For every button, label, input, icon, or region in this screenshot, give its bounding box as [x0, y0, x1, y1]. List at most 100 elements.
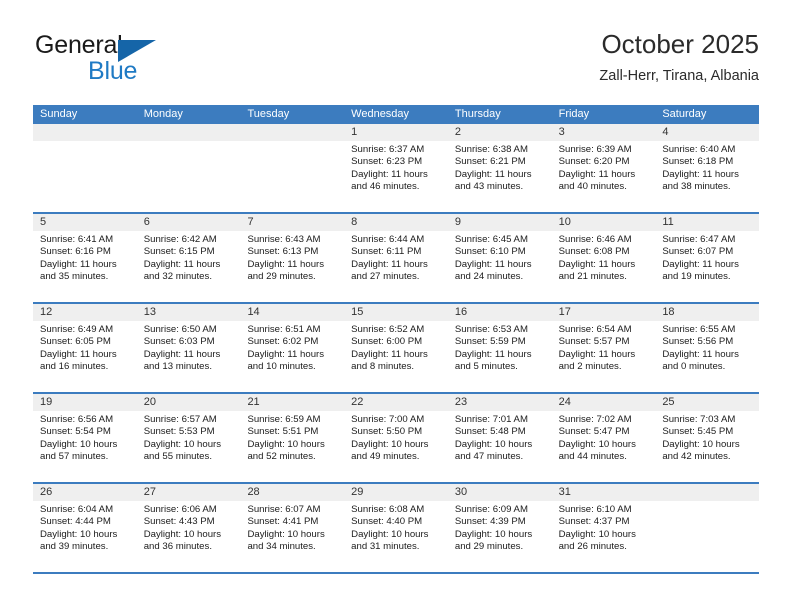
- calendar-day-cell[interactable]: 21 Sunrise: 6:59 AM Sunset: 5:51 PM Dayligh…: [240, 394, 345, 482]
- day-number: [136, 124, 241, 141]
- calendar-day-cell[interactable]: 1 Sunrise: 6:37 AM Sunset: 6:23 PM Daylight…: [344, 124, 448, 212]
- calendar-day-cell[interactable]: 7 Sunrise: 6:43 AM Sunset: 6:13 PM Daylight…: [240, 214, 345, 302]
- day-details: Sunrise: 6:53 AM Sunset: 5:59 PM Daylight:…: [448, 321, 552, 374]
- calendar-day-cell[interactable]: 31 Sunrise: 6:10 AM Sunset: 4:37 PM Dayligh…: [551, 484, 656, 572]
- day-number: 26: [33, 484, 137, 501]
- calendar-week-row: 12 Sunrise: 6:49 AM Sunset: 6:05 PM Dayligh…: [33, 302, 760, 392]
- sunset-text: Sunset: 4:44 PM: [40, 516, 111, 528]
- sunrise-text: Sunrise: 6:44 AM: [351, 234, 425, 245]
- sunset-text: Sunset: 6:07 PM: [662, 246, 734, 258]
- daylight-text: Daylight: 11 hours: [558, 348, 636, 360]
- sunset-text: Sunset: 5:57 PM: [558, 336, 630, 348]
- calendar-day-cell[interactable]: 16 Sunrise: 6:53 AM Sunset: 5:59 PM Dayligh…: [447, 304, 552, 392]
- day-number: 25: [655, 394, 760, 411]
- day-number: 6: [136, 214, 241, 231]
- daylight-text: Daylight: 10 hours: [454, 438, 533, 450]
- calendar-page: General Blue October 2025 Zall-Herr, Tir…: [0, 0, 792, 612]
- day-details: Sunrise: 6:41 AM Sunset: 6:16 PM Daylight:…: [33, 231, 137, 284]
- sunrise-text: Sunrise: 6:53 AM: [454, 324, 528, 335]
- calendar-week-row: 19 Sunrise: 6:56 AM Sunset: 5:54 PM Dayligh…: [33, 392, 760, 482]
- calendar-day-cell[interactable]: 22 Sunrise: 7:00 AM Sunset: 5:50 PM Dayligh…: [344, 394, 448, 482]
- sunrise-text: Sunrise: 6:55 AM: [662, 324, 736, 335]
- daylight-text: Daylight: 11 hours: [662, 348, 739, 360]
- calendar-day-cell[interactable]: 25 Sunrise: 7:03 AM Sunset: 5:45 PM Dayligh…: [655, 394, 760, 482]
- day-details: Sunrise: 6:04 AM Sunset: 4:44 PM Daylight:…: [33, 501, 137, 554]
- day-of-week-header: Sunday: [40, 108, 78, 120]
- brand-logo[interactable]: General Blue: [33, 30, 223, 92]
- day-of-week-header: Tuesday: [247, 108, 290, 120]
- calendar-day-cell[interactable]: 27 Sunrise: 6:06 AM Sunset: 4:43 PM Dayligh…: [136, 484, 241, 572]
- day-number: 4: [655, 124, 760, 141]
- daylight-text: and 35 minutes.: [40, 271, 109, 283]
- calendar-day-cell[interactable]: 19 Sunrise: 6:56 AM Sunset: 5:54 PM Dayligh…: [33, 394, 137, 482]
- calendar-day-cell[interactable]: 14 Sunrise: 6:51 AM Sunset: 6:02 PM Dayligh…: [240, 304, 345, 392]
- day-details: [137, 141, 241, 144]
- sunset-text: Sunset: 4:43 PM: [143, 516, 215, 528]
- calendar-day-cell[interactable]: 8 Sunrise: 6:44 AM Sunset: 6:11 PM Daylight…: [344, 214, 448, 302]
- daylight-text: Daylight: 10 hours: [558, 528, 636, 540]
- daylight-text: Daylight: 11 hours: [662, 168, 739, 180]
- calendar-day-cell[interactable]: 10 Sunrise: 6:46 AM Sunset: 6:08 PM Dayligh…: [551, 214, 656, 302]
- daylight-text: and 0 minutes.: [662, 361, 726, 373]
- day-of-week-header: Monday: [143, 108, 183, 120]
- daylight-text: and 31 minutes.: [351, 541, 420, 553]
- calendar-day-cell[interactable]: 13 Sunrise: 6:50 AM Sunset: 6:03 PM Dayligh…: [136, 304, 241, 392]
- day-details: Sunrise: 6:09 AM Sunset: 4:39 PM Daylight:…: [448, 501, 552, 554]
- sunset-text: Sunset: 6:00 PM: [351, 336, 423, 348]
- day-details: Sunrise: 6:56 AM Sunset: 5:54 PM Daylight:…: [33, 411, 137, 464]
- calendar-day-cell[interactable]: 23 Sunrise: 7:01 AM Sunset: 5:48 PM Dayligh…: [447, 394, 552, 482]
- daylight-text: and 44 minutes.: [558, 451, 627, 463]
- sunrise-text: Sunrise: 6:59 AM: [247, 414, 321, 425]
- sunset-text: Sunset: 5:53 PM: [143, 426, 215, 438]
- day-details: Sunrise: 6:43 AM Sunset: 6:13 PM Daylight:…: [240, 231, 344, 284]
- day-number: [655, 484, 760, 501]
- calendar-day-cell[interactable]: 18 Sunrise: 6:55 AM Sunset: 5:56 PM Dayligh…: [655, 304, 760, 392]
- day-details: Sunrise: 6:54 AM Sunset: 5:57 PM Daylight:…: [552, 321, 656, 374]
- calendar-day-cell[interactable]: 3 Sunrise: 6:39 AM Sunset: 6:20 PM Daylight…: [551, 124, 656, 212]
- day-number: 1: [344, 124, 448, 141]
- calendar-day-cell[interactable]: 2 Sunrise: 6:38 AM Sunset: 6:21 PM Daylight…: [447, 124, 552, 212]
- calendar-day-cell[interactable]: 26 Sunrise: 6:04 AM Sunset: 4:44 PM Dayligh…: [33, 484, 137, 572]
- day-number: 10: [551, 214, 656, 231]
- daylight-text: Daylight: 11 hours: [40, 258, 117, 270]
- calendar-day-cell[interactable]: 17 Sunrise: 6:54 AM Sunset: 5:57 PM Dayligh…: [551, 304, 656, 392]
- daylight-text: and 26 minutes.: [558, 541, 627, 553]
- sunset-text: Sunset: 6:20 PM: [558, 156, 630, 168]
- sunset-text: Sunset: 6:03 PM: [143, 336, 215, 348]
- sunset-text: Sunset: 5:45 PM: [662, 426, 734, 438]
- calendar-day-cell[interactable]: 9 Sunrise: 6:45 AM Sunset: 6:10 PM Daylight…: [447, 214, 552, 302]
- daylight-text: Daylight: 11 hours: [454, 168, 532, 180]
- calendar-day-cell[interactable]: 24 Sunrise: 7:02 AM Sunset: 5:47 PM Dayligh…: [551, 394, 656, 482]
- daylight-text: and 24 minutes.: [454, 271, 524, 283]
- daylight-text: Daylight: 11 hours: [40, 348, 117, 360]
- daylight-text: Daylight: 10 hours: [247, 438, 325, 450]
- calendar-day-cell[interactable]: 20 Sunrise: 6:57 AM Sunset: 5:53 PM Dayligh…: [136, 394, 241, 482]
- calendar-day-cell[interactable]: 30 Sunrise: 6:09 AM Sunset: 4:39 PM Dayligh…: [447, 484, 552, 572]
- sunset-text: Sunset: 5:50 PM: [351, 426, 423, 438]
- calendar-grid: Sunday Monday Tuesday Wednesday Thursday Frid…: [33, 105, 760, 574]
- daylight-text: and 29 minutes.: [454, 541, 524, 553]
- daylight-text: Daylight: 11 hours: [351, 348, 428, 360]
- calendar-day-cell[interactable]: 15 Sunrise: 6:52 AM Sunset: 6:00 PM Dayligh…: [344, 304, 448, 392]
- day-details: [33, 141, 137, 144]
- daylight-text: and 29 minutes.: [247, 271, 316, 283]
- day-details: Sunrise: 6:45 AM Sunset: 6:10 PM Daylight:…: [448, 231, 552, 284]
- calendar-day-cell[interactable]: 28 Sunrise: 6:07 AM Sunset: 4:41 PM Dayligh…: [240, 484, 345, 572]
- daylight-text: and 40 minutes.: [558, 181, 627, 193]
- calendar-day-cell[interactable]: 4 Sunrise: 6:40 AM Sunset: 6:18 PM Daylight…: [655, 124, 760, 212]
- day-number: 23: [447, 394, 552, 411]
- day-number: 8: [344, 214, 448, 231]
- calendar-day-cell[interactable]: 29 Sunrise: 6:08 AM Sunset: 4:40 PM Dayligh…: [344, 484, 448, 572]
- daylight-text: and 39 minutes.: [40, 541, 109, 553]
- daylight-text: and 49 minutes.: [351, 451, 420, 463]
- calendar-day-cell[interactable]: 6 Sunrise: 6:42 AM Sunset: 6:15 PM Daylight…: [136, 214, 241, 302]
- calendar-day-cell[interactable]: 5 Sunrise: 6:41 AM Sunset: 6:16 PM Daylight…: [33, 214, 137, 302]
- daylight-text: and 13 minutes.: [143, 361, 212, 373]
- day-number: 21: [240, 394, 345, 411]
- calendar-day-cell[interactable]: 12 Sunrise: 6:49 AM Sunset: 6:05 PM Dayligh…: [33, 304, 137, 392]
- day-details: Sunrise: 6:51 AM Sunset: 6:02 PM Daylight:…: [240, 321, 344, 374]
- sunrise-text: Sunrise: 6:46 AM: [558, 234, 632, 245]
- calendar-empty-cell: [655, 484, 760, 572]
- calendar-day-cell[interactable]: 11 Sunrise: 6:47 AM Sunset: 6:07 PM Dayligh…: [655, 214, 760, 302]
- sunset-text: Sunset: 5:59 PM: [454, 336, 526, 348]
